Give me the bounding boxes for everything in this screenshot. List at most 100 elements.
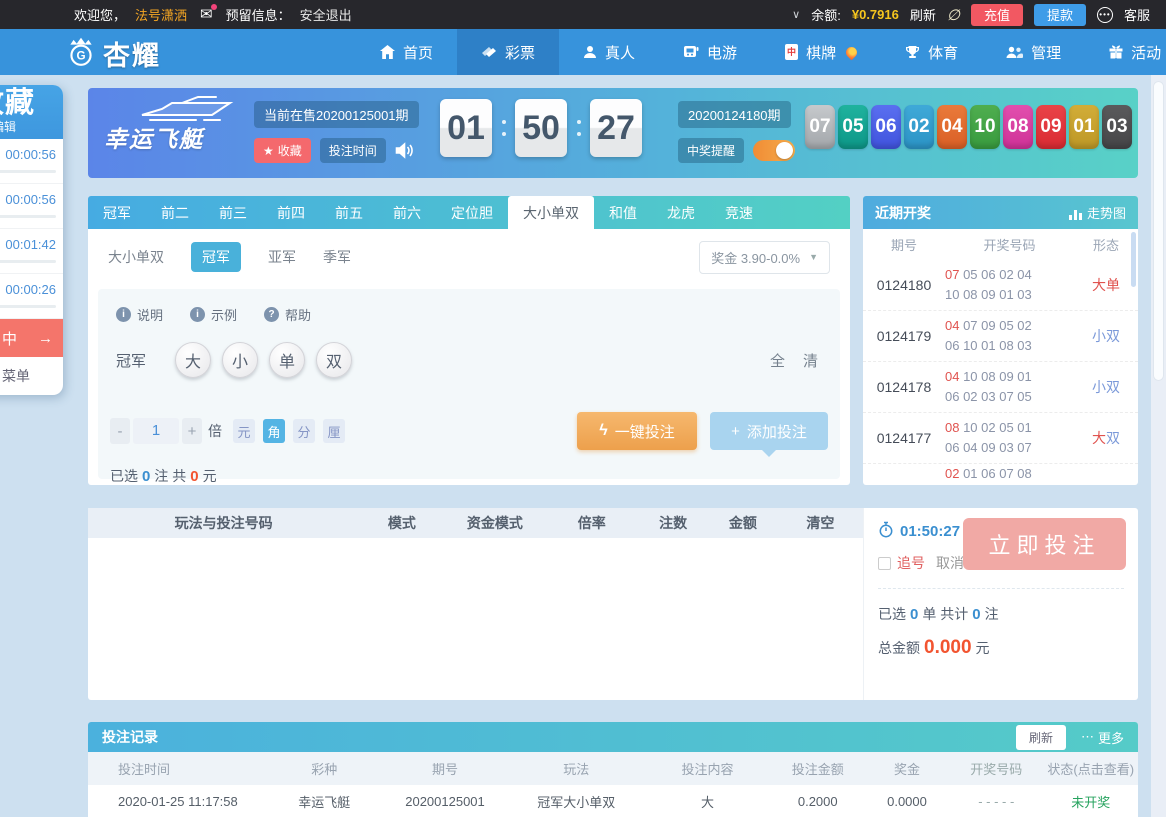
- username[interactable]: 法号潇洒: [135, 5, 187, 24]
- play-tab-前六[interactable]: 前六: [378, 196, 436, 229]
- recharge-button[interactable]: 充值: [971, 4, 1023, 26]
- selection-summary: 已选0注 共0元: [98, 450, 840, 486]
- select-all-clear: 全 清: [770, 350, 818, 371]
- page-scrollbar[interactable]: [1151, 75, 1166, 817]
- record-cell: 大: [645, 792, 771, 811]
- crown-emblem-icon: G: [64, 34, 98, 73]
- more-link[interactable]: ⋯更多: [1081, 728, 1124, 747]
- eye-slash-icon[interactable]: ∅: [947, 6, 960, 24]
- favorite-game-item[interactable]: 00:00:26: [0, 274, 63, 319]
- play-tab-大小单双[interactable]: 大小单双: [508, 196, 594, 229]
- sidebar-menu-link[interactable]: 菜单: [0, 357, 63, 395]
- result-numbers: 08 10 02 05 0106 04 09 03 07: [945, 418, 1074, 458]
- sub-tab-季军[interactable]: 季军: [323, 247, 351, 267]
- top-bar-left: 欢迎您， 法号潇洒 ✉ 预留信息： 安全退出: [0, 5, 352, 24]
- result-issue: 0124180: [863, 277, 945, 293]
- bet-option-小[interactable]: 小: [222, 342, 258, 378]
- money-mode-分[interactable]: 分: [293, 419, 315, 443]
- favorites-edit-link[interactable]: 编辑: [0, 119, 63, 135]
- countdown-clock: 01 50 27: [440, 99, 642, 157]
- help-link-说明[interactable]: i说明: [116, 305, 163, 324]
- help-link-帮助[interactable]: ?帮助: [264, 305, 311, 324]
- nav-item-活动[interactable]: 活动: [1085, 29, 1166, 75]
- play-type-tabs: 冠军前二前三前四前五前六定位胆大小单双和值龙虎竞速: [88, 196, 850, 229]
- play-tab-竞速[interactable]: 竞速: [710, 196, 768, 229]
- help-link-示例[interactable]: i示例: [190, 305, 237, 324]
- money-mode-元[interactable]: 元: [233, 419, 255, 443]
- nav-item-棋牌[interactable]: 中棋牌: [761, 29, 881, 75]
- chat-icon[interactable]: •••: [1097, 7, 1113, 23]
- home-icon: [380, 45, 395, 59]
- sub-tab-冠军[interactable]: 冠军: [191, 242, 241, 272]
- bet-option-双[interactable]: 双: [316, 342, 352, 378]
- record-row[interactable]: 2020-01-25 11:17:58幸运飞艇20200125001冠军大小单双…: [88, 785, 1138, 817]
- win-remind-toggle[interactable]: [753, 140, 795, 161]
- speaker-icon[interactable]: [395, 142, 414, 159]
- multiplier-plus-button[interactable]: +: [182, 418, 202, 444]
- bet-option-单[interactable]: 单: [269, 342, 305, 378]
- lottery-ball: 10: [970, 105, 1000, 149]
- money-mode-pills: 元角分厘: [233, 419, 353, 443]
- action-buttons: ϟ一键投注 +添加投注: [577, 412, 828, 450]
- panel-scrollbar-thumb[interactable]: [1131, 232, 1136, 287]
- bet-records-panel: 投注记录 刷新 ⋯更多 投注时间彩种期号玩法投注内容投注金额奖金开奖号码状态(点…: [88, 722, 1138, 817]
- nav-item-体育[interactable]: 体育: [881, 29, 982, 75]
- clear-button[interactable]: 清: [803, 350, 818, 371]
- withdraw-button[interactable]: 提款: [1034, 4, 1086, 26]
- record-cell: 幸运飞艇: [267, 792, 383, 811]
- favorite-game-item[interactable]: 00:01:42: [0, 229, 63, 274]
- play-tab-冠军[interactable]: 冠军: [88, 196, 146, 229]
- bet-option-大[interactable]: 大: [175, 342, 211, 378]
- play-tab-前五[interactable]: 前五: [320, 196, 378, 229]
- favorites-list: 00:00:5600:00:5600:01:4200:00:26: [0, 139, 63, 319]
- add-bet-button[interactable]: +添加投注: [710, 412, 828, 450]
- record-cell: 未开奖: [1044, 792, 1139, 811]
- nav-item-彩票[interactable]: 彩票: [457, 29, 559, 75]
- nav-item-管理[interactable]: 管理: [982, 29, 1085, 75]
- balance-refresh-link[interactable]: 刷新: [910, 5, 936, 24]
- record-column: 期号: [382, 759, 508, 778]
- countdown-seconds: 27: [590, 99, 642, 157]
- favorite-game-item[interactable]: 00:00:56: [0, 184, 63, 229]
- money-mode-角[interactable]: 角: [263, 419, 285, 443]
- refresh-button[interactable]: 刷新: [1016, 725, 1066, 750]
- play-tab-前四[interactable]: 前四: [262, 196, 320, 229]
- page-scrollbar-thumb[interactable]: [1153, 81, 1164, 381]
- chase-checkbox[interactable]: [878, 557, 891, 570]
- record-cell: 20200125001: [382, 794, 508, 809]
- balance-caret-icon[interactable]: ∨: [792, 8, 800, 21]
- sidebar-hot-item[interactable]: 中 →: [0, 319, 63, 357]
- play-tab-龙虎[interactable]: 龙虎: [652, 196, 710, 229]
- play-tab-定位胆[interactable]: 定位胆: [436, 196, 508, 229]
- bonus-selector[interactable]: 奖金 3.90-0.0% ▼: [699, 241, 830, 274]
- select-all-button[interactable]: 全: [770, 350, 785, 371]
- nav-item-真人[interactable]: 真人: [559, 29, 659, 75]
- play-tab-和值[interactable]: 和值: [594, 196, 652, 229]
- nav-item-首页[interactable]: 首页: [356, 29, 457, 75]
- money-mode-厘[interactable]: 厘: [323, 419, 345, 443]
- favorite-game-item[interactable]: 00:00:56: [0, 139, 63, 184]
- bet-time-button[interactable]: 投注时间: [320, 138, 386, 163]
- chase-label[interactable]: 追号: [897, 553, 925, 573]
- play-tab-前三[interactable]: 前三: [204, 196, 262, 229]
- total-amount-value: 0.000: [924, 637, 972, 658]
- result-numbers: 04 07 09 05 0206 10 01 08 03: [945, 316, 1074, 356]
- result-issue: 0124177: [863, 430, 945, 446]
- site-logo[interactable]: G 杏耀: [64, 34, 161, 73]
- play-tab-前二[interactable]: 前二: [146, 196, 204, 229]
- service-link[interactable]: 客服: [1124, 5, 1150, 24]
- nav-item-电游[interactable]: 电游: [659, 29, 761, 75]
- cancel-link[interactable]: 取消: [936, 553, 964, 573]
- logout-link[interactable]: 安全退出: [300, 5, 352, 24]
- favorite-button[interactable]: ★收藏: [254, 138, 311, 163]
- mail-icon[interactable]: ✉: [200, 7, 213, 22]
- quick-bet-button[interactable]: ϟ一键投注: [577, 412, 697, 450]
- trend-chart-link[interactable]: 走势图: [1069, 203, 1126, 222]
- multiplier-input[interactable]: 1: [133, 418, 179, 444]
- submit-bet-button[interactable]: 立即投注: [963, 518, 1126, 570]
- sub-tab-大小单双[interactable]: 大小单双: [108, 247, 164, 267]
- sub-tab-亚军[interactable]: 亚军: [268, 247, 296, 267]
- multiplier-minus-button[interactable]: -: [110, 418, 130, 444]
- order-column-倍率: 倍率: [545, 513, 638, 533]
- countdown-progress-bar: [0, 305, 56, 308]
